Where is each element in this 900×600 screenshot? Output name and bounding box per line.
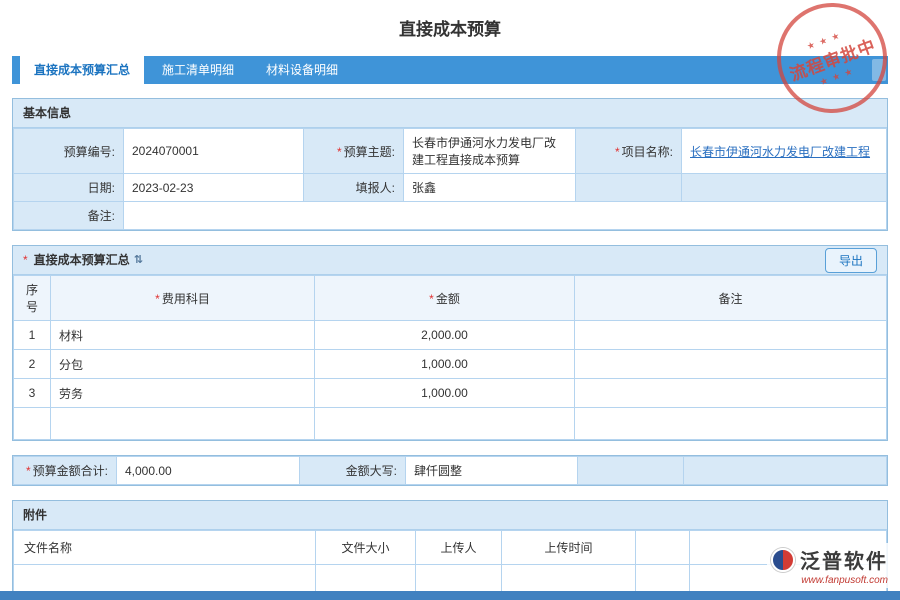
empty-cell [636,565,690,595]
cell-subject: 材料 [51,321,315,350]
cell-subject: 分包 [51,350,315,379]
attachments-header: 附件 [13,501,887,530]
tab-direct-cost-summary[interactable]: 直接成本预算汇总 [20,56,144,84]
required-icon: * [615,145,620,159]
basic-info-table: 预算编号: 2024070001 *预算主题: 长春市伊通河水力发电厂改建工程直… [13,128,887,230]
required-icon: * [26,464,31,478]
empty-cell [315,408,575,440]
required-icon: * [337,145,342,159]
attachments-table: 文件名称 文件大小 上传人 上传时间 [13,530,887,595]
col-filename: 文件名称 [14,531,316,565]
table-row: 3 劳务 1,000.00 [14,379,887,408]
subject-label: *预算主题: [304,129,404,174]
page-title: 直接成本预算 [0,0,900,56]
table-header-row: 序号 *费用科目 *金额 备注 [14,276,887,321]
cell-amount: 2,000.00 [315,321,575,350]
date-label: 日期: [14,174,124,202]
basic-info-header: 基本信息 [13,99,887,128]
empty-cell [578,457,684,485]
vendor-name: 泛普软件 [800,545,888,574]
cost-summary-table: 序号 *费用科目 *金额 备注 1 材料 2,000.00 2 分包 1,000… [13,275,887,440]
tab-material-equipment-detail[interactable]: 材料设备明细 [252,56,352,84]
empty-cell [575,408,887,440]
date-value: 2023-02-23 [124,174,304,202]
amount-words-value: 肆仟圆整 [406,457,578,485]
cell-remark [575,321,887,350]
reporter-label: 填报人: [304,174,404,202]
budget-no-label: 预算编号: [14,129,124,174]
empty-col [636,531,690,565]
project-link[interactable]: 长春市伊通河水力发电厂改建工程 [690,145,870,159]
attachments-title: 附件 [23,501,47,530]
amount-words-label: 金额大写: [300,457,406,485]
cost-summary-section: * 直接成本预算汇总 ⇅ 导出 序号 *费用科目 *金额 备注 1 材料 2,0… [12,245,888,441]
remark-value [124,202,887,230]
tab-construction-list-detail[interactable]: 施工清单明细 [148,56,248,84]
total-amount-label: *预算金额合计: [14,457,117,485]
empty-cell [682,174,887,202]
vendor-logo: 泛普软件 www.fanpusoft.com [767,543,892,588]
cell-remark [575,379,887,408]
col-subject: *费用科目 [51,276,315,321]
reporter-value: 张鑫 [404,174,576,202]
col-uploader: 上传人 [416,531,502,565]
col-uploadtime: 上传时间 [502,531,636,565]
remark-label: 备注: [14,202,124,230]
export-button[interactable]: 导出 [825,248,877,273]
cell-amount: 1,000.00 [315,379,575,408]
empty-cell [416,565,502,595]
empty-cell [316,565,416,595]
cost-summary-header: * 直接成本预算汇总 ⇅ 导出 [13,246,887,275]
budget-no-value: 2024070001 [124,129,304,174]
cell-remark [575,350,887,379]
empty-cell [14,565,316,595]
subject-value: 长春市伊通河水力发电厂改建工程直接成本预算 [404,129,576,174]
empty-cell [502,565,636,595]
cost-summary-title: 直接成本预算汇总 [34,246,130,275]
empty-cell [51,408,315,440]
table-row: 2 分包 1,000.00 [14,350,887,379]
cell-subject: 劳务 [51,379,315,408]
project-label: *项目名称: [576,129,682,174]
empty-cell [14,408,51,440]
table-empty-row [14,565,887,595]
col-remark: 备注 [575,276,887,321]
cell-no: 1 [14,321,51,350]
cell-amount: 1,000.00 [315,350,575,379]
required-icon: * [429,292,434,306]
cell-no: 3 [14,379,51,408]
vendor-logo-icon [771,548,795,572]
tab-overflow-button[interactable] [872,59,886,81]
tab-bar: 直接成本预算汇总 施工清单明细 材料设备明细 [12,56,888,84]
table-row: 1 材料 2,000.00 [14,321,887,350]
required-icon: * [23,246,28,275]
totals-section: *预算金额合计: 4,000.00 金额大写: 肆仟圆整 [12,455,888,486]
required-icon: * [155,292,160,306]
empty-cell [684,457,887,485]
cell-no: 2 [14,350,51,379]
totals-table: *预算金额合计: 4,000.00 金额大写: 肆仟圆整 [13,456,887,485]
vendor-url: www.fanpusoft.com [801,575,888,586]
attachments-section: 附件 文件名称 文件大小 上传人 上传时间 [12,500,888,596]
col-amount: *金额 [315,276,575,321]
col-filesize: 文件大小 [316,531,416,565]
basic-info-title: 基本信息 [23,99,71,128]
basic-info-section: 基本信息 预算编号: 2024070001 *预算主题: 长春市伊通河水力发电厂… [12,98,888,231]
table-empty-row [14,408,887,440]
col-no: 序号 [14,276,51,321]
total-amount-value: 4,000.00 [117,457,300,485]
empty-cell [576,174,682,202]
table-header-row: 文件名称 文件大小 上传人 上传时间 [14,531,887,565]
bottom-bar [0,591,900,600]
sort-icon[interactable]: ⇅ [134,246,143,275]
